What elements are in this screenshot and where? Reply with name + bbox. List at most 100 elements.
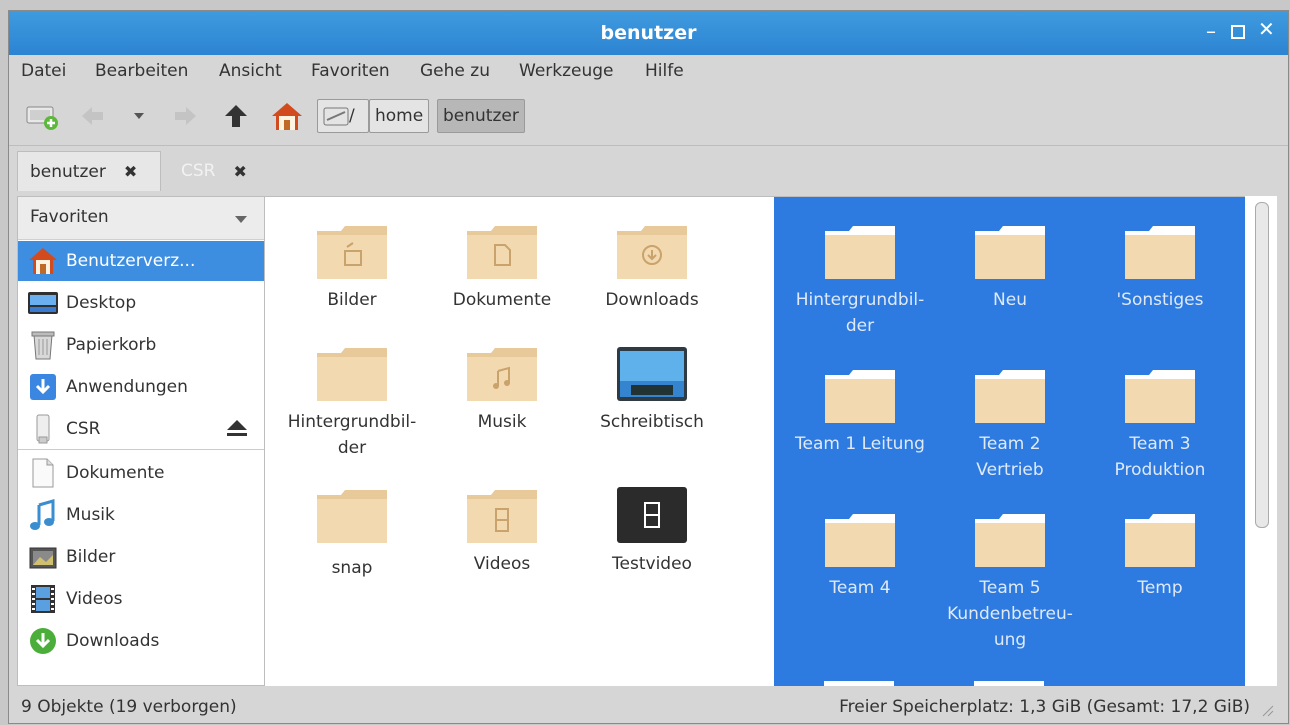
file-name-line3: ung xyxy=(993,630,1027,650)
sidebar-item-csr[interactable]: CSR xyxy=(18,409,264,450)
path-root-button[interactable]: / xyxy=(317,99,369,133)
minimize-button[interactable]: – xyxy=(1206,19,1216,43)
tab-bar: benutzer ✖ CSR ✖ xyxy=(9,145,1288,196)
folder-icon xyxy=(973,221,1047,281)
file-name-line1: Hintergrundbil- xyxy=(287,412,417,432)
file-item-downloads[interactable]: Downloads xyxy=(577,221,727,313)
vertical-scrollbar[interactable] xyxy=(1245,196,1277,686)
close-tab-icon[interactable]: ✖ xyxy=(233,162,246,181)
arrow-left-icon xyxy=(82,107,103,125)
menu-datei[interactable]: Datei xyxy=(21,61,66,81)
tab-benutzer[interactable]: benutzer ✖ xyxy=(17,151,161,191)
menu-werkzeuge[interactable]: Werkzeuge xyxy=(519,61,614,81)
forward-button[interactable] xyxy=(169,99,203,133)
new-window-icon xyxy=(26,106,58,130)
file-item-hintergrundbilder-selected[interactable]: Hintergrundbil- der xyxy=(785,221,935,339)
window-title: benutzer xyxy=(600,22,697,44)
file-item-sonstiges[interactable]: 'Sonstiges xyxy=(1085,221,1235,313)
tab-label: benutzer xyxy=(30,161,106,182)
menu-hilfe[interactable]: Hilfe xyxy=(645,61,684,81)
sidebar-item-label: Benutzerverz... xyxy=(66,251,196,271)
up-button[interactable] xyxy=(219,99,253,133)
arrow-right-icon xyxy=(175,107,196,125)
scrollbar-thumb[interactable] xyxy=(1255,202,1269,528)
videos-icon xyxy=(26,582,60,616)
path-root-separator: / xyxy=(349,106,355,126)
file-item-schreibtisch[interactable]: Schreibtisch xyxy=(577,343,727,435)
folder-pictures-icon xyxy=(315,221,389,281)
file-item-videos[interactable]: Videos xyxy=(427,485,577,577)
folder-icon xyxy=(823,509,897,569)
file-item-temp[interactable]: Temp xyxy=(1085,509,1235,601)
file-name: Neu xyxy=(993,290,1027,310)
folder-icon xyxy=(823,221,897,281)
file-item-musik[interactable]: Musik xyxy=(427,343,577,435)
file-name-line1: Team 2 xyxy=(979,434,1041,454)
file-item-bilder[interactable]: Bilder xyxy=(277,221,427,313)
sidebar-item-home[interactable]: Benutzerverz... xyxy=(18,241,264,281)
folder-icon xyxy=(973,509,1047,569)
status-free-space: Freier Speicherplatz: 1,3 GiB (Gesamt: 1… xyxy=(839,697,1250,717)
folder-icon xyxy=(1123,509,1197,569)
status-bar: 9 Objekte (19 verborgen) Freier Speicher… xyxy=(9,691,1288,723)
tab-csr[interactable]: CSR ✖ xyxy=(169,151,265,191)
drive-icon xyxy=(323,107,349,126)
file-name-line1: Team 3 xyxy=(1129,434,1191,454)
file-manager-window: benutzer – ✕ Datei Bearbeiten Ansicht Fa… xyxy=(8,10,1289,724)
file-item-neu[interactable]: Neu xyxy=(935,221,1085,313)
pictures-icon xyxy=(26,540,60,574)
new-tab-button[interactable] xyxy=(23,99,63,133)
file-view[interactable]: Bilder Dokumente Downloads Hintergrundbi… xyxy=(265,196,1277,686)
file-item-hintergrundbilder[interactable]: Hintergrundbil- der xyxy=(277,343,427,461)
file-item-team2[interactable]: Team 2 Vertrieb xyxy=(935,365,1085,483)
close-window-button[interactable]: ✕ xyxy=(1258,17,1275,41)
sidebar-item-label: Downloads xyxy=(66,631,160,651)
menu-gehe-zu[interactable]: Gehe zu xyxy=(420,61,490,81)
folder-icon xyxy=(315,343,389,403)
file-name: snap xyxy=(331,558,373,578)
menu-favoriten[interactable]: Favoriten xyxy=(311,61,390,81)
close-tab-icon[interactable]: ✖ xyxy=(124,162,137,181)
eject-icon[interactable] xyxy=(226,418,248,438)
path-benutzer-button[interactable]: benutzer xyxy=(437,99,525,133)
sidebar-header[interactable]: Favoriten xyxy=(18,197,264,240)
sidebar-item-pictures[interactable]: Bilder xyxy=(18,537,264,577)
sidebar-item-applications[interactable]: Anwendungen xyxy=(18,367,264,407)
file-item-team3[interactable]: Team 3 Produktion xyxy=(1085,365,1235,483)
maximize-icon xyxy=(1231,25,1245,39)
music-icon xyxy=(26,498,60,532)
folder-partial-icon xyxy=(824,681,894,686)
path-home-button[interactable]: home xyxy=(369,99,430,133)
file-item-snap[interactable]: snap xyxy=(277,485,427,581)
sidebar-item-music[interactable]: Musik xyxy=(18,495,264,535)
back-button[interactable] xyxy=(75,99,109,133)
file-item-team4[interactable]: Team 4 xyxy=(785,509,935,601)
file-name: Team 4 xyxy=(829,578,891,598)
file-item-testvideo[interactable]: Testvideo xyxy=(577,485,727,577)
file-name-line2: Produktion xyxy=(1114,460,1206,480)
file-item-team1[interactable]: Team 1 Leitung xyxy=(785,365,935,457)
home-icon xyxy=(26,244,60,278)
history-dropdown-button[interactable] xyxy=(127,99,151,133)
file-item-team5[interactable]: Team 5 Kundenbetreu- ung xyxy=(935,509,1085,653)
document-icon xyxy=(26,456,60,490)
sidebar-item-videos[interactable]: Videos xyxy=(18,579,264,619)
folder-desktop-icon xyxy=(615,343,689,403)
maximize-button[interactable] xyxy=(1231,20,1245,44)
file-item-dokumente[interactable]: Dokumente xyxy=(427,221,577,313)
file-name: Videos xyxy=(473,554,531,574)
sidebar-item-desktop[interactable]: Desktop xyxy=(18,283,264,323)
menu-bearbeiten[interactable]: Bearbeiten xyxy=(95,61,188,81)
sidebar-item-documents[interactable]: Dokumente xyxy=(18,453,264,493)
file-name: Musik xyxy=(477,412,527,432)
downloads-icon xyxy=(26,624,60,658)
sidebar-item-trash[interactable]: Papierkorb xyxy=(18,325,264,365)
sidebar-item-downloads[interactable]: Downloads xyxy=(18,621,264,661)
file-name: Bilder xyxy=(327,290,377,310)
sidebar-item-label: Desktop xyxy=(66,293,137,313)
menu-ansicht[interactable]: Ansicht xyxy=(219,61,282,81)
home-button[interactable] xyxy=(267,99,307,133)
resize-grip-icon[interactable] xyxy=(1262,705,1274,717)
file-name: Downloads xyxy=(605,290,699,310)
title-bar[interactable]: benutzer – ✕ xyxy=(9,11,1288,55)
